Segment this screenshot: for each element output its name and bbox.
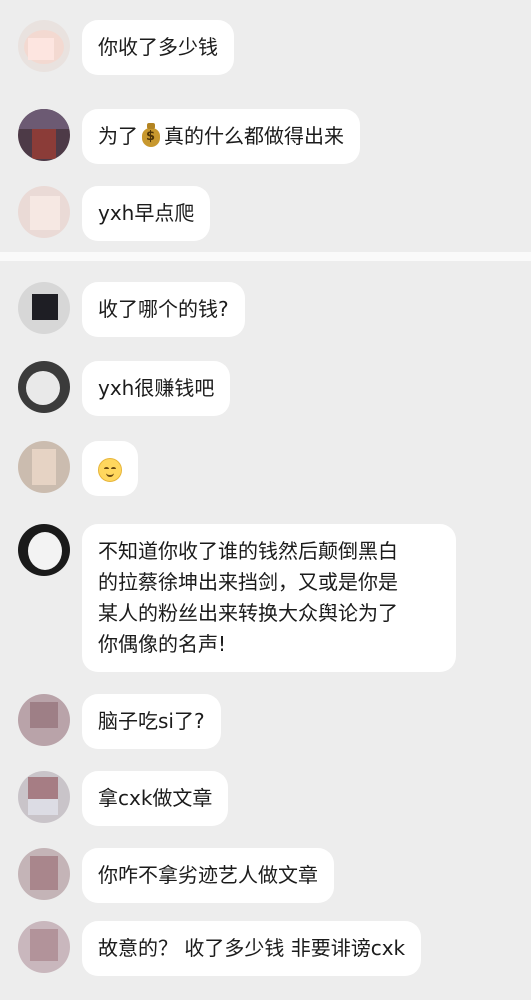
smiling-face-icon	[98, 457, 122, 482]
message-line: 的拉蔡徐坤出来挡剑，又或是你是	[98, 570, 398, 594]
chat-panel-bottom: 收了哪个的钱? yxh很赚钱吧 不知道你收了谁的钱然后颠倒黑白 的拉蔡徐坤出来挡…	[0, 261, 531, 1000]
message-bubble[interactable]: 为了 真的什么都做得出来	[82, 109, 360, 164]
avatar[interactable]	[18, 186, 70, 238]
message-text: yxh早点爬	[98, 201, 195, 225]
message-text: 收了哪个的钱?	[98, 297, 229, 321]
message-bubble[interactable]: 脑子吃si了?	[82, 694, 221, 749]
message-bubble[interactable]: yxh很赚钱吧	[82, 361, 231, 416]
message-text: yxh很赚钱吧	[98, 376, 215, 400]
message-text: 你收了多少钱	[98, 35, 218, 59]
message-bubble[interactable]: 你咋不拿劣迹艺人做文章	[82, 848, 334, 903]
message-bubble[interactable]: 故意的？ 收了多少钱 非要诽谤cxk	[82, 921, 422, 976]
avatar[interactable]	[18, 361, 70, 413]
avatar[interactable]	[18, 441, 70, 493]
avatar[interactable]	[18, 771, 70, 823]
message-bubble[interactable]: 收了哪个的钱?	[82, 282, 245, 337]
message-line: 不知道你收了谁的钱然后颠倒黑白	[98, 539, 398, 563]
message-line: 你偶像的名声!	[98, 632, 227, 656]
message-text: 故意的？ 收了多少钱 非要诽谤cxk	[98, 936, 406, 960]
chat-panel-top: 你收了多少钱 为了 真的什么都做得出来 yxh早点爬	[0, 0, 531, 252]
avatar[interactable]	[18, 20, 70, 72]
message-bubble[interactable]	[82, 441, 138, 496]
avatar[interactable]	[18, 282, 70, 334]
message-bubble[interactable]: yxh早点爬	[82, 186, 211, 241]
message-bubble[interactable]: 不知道你收了谁的钱然后颠倒黑白 的拉蔡徐坤出来挡剑，又或是你是 某人的粉丝出来转…	[82, 524, 456, 672]
message-text-after: 真的什么都做得出来	[164, 124, 344, 148]
money-bag-icon	[140, 122, 162, 148]
avatar[interactable]	[18, 848, 70, 900]
avatar[interactable]	[18, 109, 70, 161]
avatar[interactable]	[18, 694, 70, 746]
message-bubble[interactable]: 拿cxk做文章	[82, 771, 229, 826]
avatar[interactable]	[18, 921, 70, 973]
message-text: 你咋不拿劣迹艺人做文章	[98, 863, 318, 887]
message-text: 脑子吃si了?	[98, 709, 205, 733]
avatar[interactable]	[18, 524, 70, 576]
message-bubble[interactable]: 你收了多少钱	[82, 20, 234, 75]
message-text-before: 为了	[98, 124, 138, 148]
message-text: 拿cxk做文章	[98, 786, 213, 810]
message-line: 某人的粉丝出来转换大众舆论为了	[98, 601, 398, 625]
screenshot-divider	[0, 252, 531, 261]
